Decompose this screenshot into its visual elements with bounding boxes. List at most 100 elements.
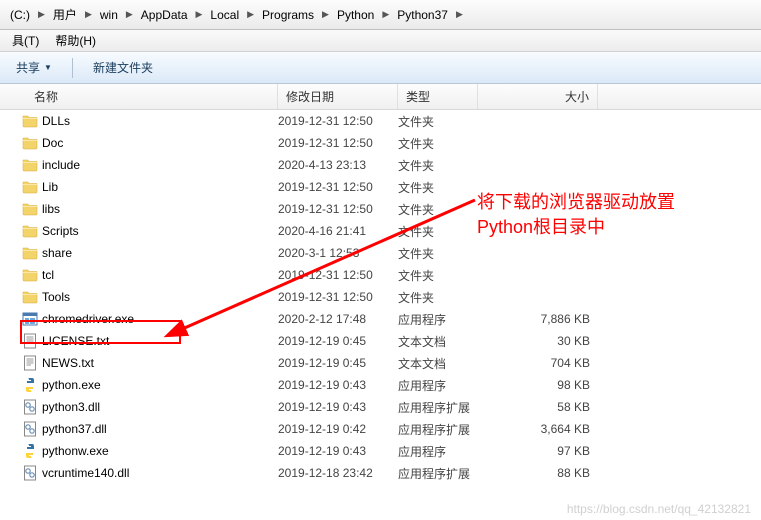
- breadcrumb-item[interactable]: Python: [331, 0, 380, 29]
- file-date: 2019-12-18 23:42: [278, 466, 398, 480]
- chevron-right-icon[interactable]: ▶: [194, 9, 205, 20]
- file-row[interactable]: share2020-3-1 12:53文件夹: [0, 242, 761, 264]
- file-date: 2019-12-19 0:45: [278, 356, 398, 370]
- file-row[interactable]: vcruntime140.dll2019-12-18 23:42应用程序扩展88…: [0, 462, 761, 484]
- breadcrumb-drive[interactable]: (C:): [4, 0, 36, 29]
- menu-bar: 具(T) 帮助(H): [0, 30, 761, 52]
- new-folder-button[interactable]: 新建文件夹: [85, 55, 161, 80]
- file-row[interactable]: tcl2019-12-31 12:50文件夹: [0, 264, 761, 286]
- column-name[interactable]: 名称: [0, 84, 278, 109]
- file-name: python3.dll: [42, 400, 100, 414]
- dropdown-icon: ▼: [44, 63, 52, 72]
- file-name: Tools: [42, 290, 70, 304]
- file-row[interactable]: Tools 2019-12-31 12:50文件夹: [0, 286, 761, 308]
- file-date: 2020-4-13 23:13: [278, 158, 398, 172]
- folder-icon: [22, 201, 38, 217]
- exe-win-icon: [22, 311, 38, 327]
- share-button[interactable]: 共享▼: [8, 55, 60, 80]
- breadcrumb-item[interactable]: Programs: [256, 0, 320, 29]
- column-size[interactable]: 大小: [478, 84, 598, 109]
- file-date: 2019-12-19 0:43: [278, 444, 398, 458]
- file-size: 30 KB: [478, 334, 598, 348]
- file-name: chromedriver.exe: [42, 312, 134, 326]
- breadcrumb-item[interactable]: win: [94, 0, 124, 29]
- chevron-right-icon[interactable]: ▶: [245, 9, 256, 20]
- file-row[interactable]: Doc2019-12-31 12:50文件夹: [0, 132, 761, 154]
- dll-icon: [22, 399, 38, 415]
- file-date: 2019-12-19 0:43: [278, 400, 398, 414]
- file-type: 应用程序扩展: [398, 421, 478, 438]
- python-icon: [22, 377, 38, 393]
- file-row[interactable]: LICENSE.txt2019-12-19 0:45文本文档30 KB: [0, 330, 761, 352]
- file-row[interactable]: python3.dll2019-12-19 0:43应用程序扩展58 KB: [0, 396, 761, 418]
- file-row[interactable]: DLLs2019-12-31 12:50文件夹: [0, 110, 761, 132]
- file-name: Scripts: [42, 224, 79, 238]
- file-row[interactable]: Scripts2020-4-16 21:41文件夹: [0, 220, 761, 242]
- file-type: 文本文档: [398, 355, 478, 372]
- file-name: python37.dll: [42, 422, 107, 436]
- column-type[interactable]: 类型: [398, 84, 478, 109]
- file-type: 应用程序: [398, 377, 478, 394]
- file-row[interactable]: chromedriver.exe2020-2-12 17:48应用程序7,886…: [0, 308, 761, 330]
- menu-tools[interactable]: 具(T): [4, 30, 47, 51]
- chevron-right-icon[interactable]: ▶: [124, 9, 135, 20]
- file-list: DLLs2019-12-31 12:50文件夹Doc2019-12-31 12:…: [0, 110, 761, 484]
- file-type: 应用程序扩展: [398, 465, 478, 482]
- file-name: LICENSE.txt: [42, 334, 109, 348]
- file-name: include: [42, 158, 80, 172]
- file-date: 2019-12-19 0:43: [278, 378, 398, 392]
- chevron-right-icon[interactable]: ▶: [454, 9, 465, 20]
- chevron-right-icon[interactable]: ▶: [83, 9, 94, 20]
- file-date: 2020-3-1 12:53: [278, 246, 398, 260]
- toolbar: 共享▼ 新建文件夹: [0, 52, 761, 84]
- file-date: 2019-12-31 12:50: [278, 202, 398, 216]
- file-row[interactable]: python.exe2019-12-19 0:43应用程序98 KB: [0, 374, 761, 396]
- file-type: 文件夹: [398, 223, 478, 240]
- chevron-right-icon[interactable]: ▶: [320, 9, 331, 20]
- menu-help[interactable]: 帮助(H): [47, 30, 104, 51]
- python-icon: [22, 443, 38, 459]
- column-date[interactable]: 修改日期: [278, 84, 398, 109]
- file-row[interactable]: Lib 2019-12-31 12:50文件夹: [0, 176, 761, 198]
- chevron-right-icon[interactable]: ▶: [36, 9, 47, 20]
- file-type: 文件夹: [398, 201, 478, 218]
- folder-icon: [22, 267, 38, 283]
- column-headers: 名称 修改日期 类型 大小: [0, 84, 761, 110]
- folder-icon: [22, 135, 38, 151]
- file-type: 文件夹: [398, 179, 478, 196]
- breadcrumb-item[interactable]: 用户: [47, 0, 83, 29]
- breadcrumb-item[interactable]: Python37: [391, 0, 454, 29]
- address-bar[interactable]: (C:) ▶ 用户 ▶ win ▶ AppData ▶ Local ▶ Prog…: [0, 0, 761, 30]
- file-date: 2019-12-31 12:50: [278, 268, 398, 282]
- watermark: https://blog.csdn.net/qq_42132821: [567, 502, 751, 516]
- folder-icon: [22, 179, 38, 195]
- file-size: 58 KB: [478, 400, 598, 414]
- file-type: 文本文档: [398, 333, 478, 350]
- file-row[interactable]: NEWS.txt2019-12-19 0:45文本文档704 KB: [0, 352, 761, 374]
- file-name: libs: [42, 202, 60, 216]
- txt-icon: [22, 355, 38, 371]
- file-date: 2019-12-31 12:50: [278, 290, 398, 304]
- file-type: 文件夹: [398, 135, 478, 152]
- file-row[interactable]: pythonw.exe2019-12-19 0:43应用程序97 KB: [0, 440, 761, 462]
- file-name: vcruntime140.dll: [42, 466, 129, 480]
- file-name: Lib: [42, 180, 58, 194]
- file-name: DLLs: [42, 114, 70, 128]
- breadcrumb-item[interactable]: AppData: [135, 0, 194, 29]
- chevron-right-icon[interactable]: ▶: [380, 9, 391, 20]
- file-size: 98 KB: [478, 378, 598, 392]
- file-row[interactable]: libs 2019-12-31 12:50文件夹: [0, 198, 761, 220]
- separator: [72, 58, 73, 78]
- file-date: 2019-12-31 12:50: [278, 136, 398, 150]
- file-date: 2020-2-12 17:48: [278, 312, 398, 326]
- file-type: 文件夹: [398, 113, 478, 130]
- file-row[interactable]: include2020-4-13 23:13文件夹: [0, 154, 761, 176]
- file-size: 97 KB: [478, 444, 598, 458]
- file-name: share: [42, 246, 72, 260]
- file-size: 7,886 KB: [478, 312, 598, 326]
- file-type: 文件夹: [398, 289, 478, 306]
- file-row[interactable]: python37.dll2019-12-19 0:42应用程序扩展3,664 K…: [0, 418, 761, 440]
- file-date: 2019-12-31 12:50: [278, 180, 398, 194]
- file-date: 2019-12-19 0:42: [278, 422, 398, 436]
- breadcrumb-item[interactable]: Local: [204, 0, 245, 29]
